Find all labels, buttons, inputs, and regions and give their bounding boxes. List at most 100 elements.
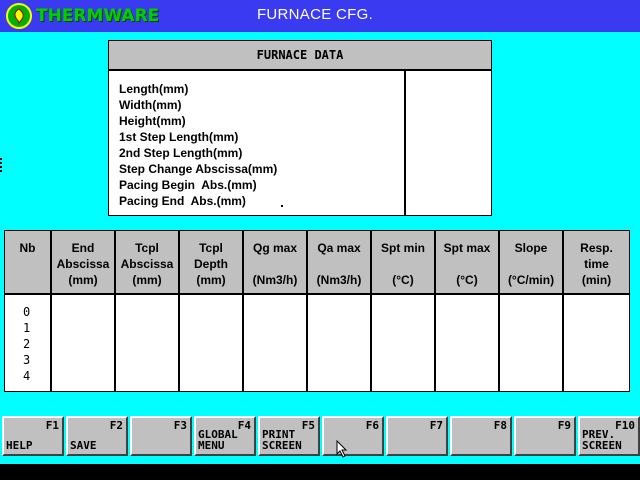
function-key-number: F6 [365,419,379,432]
function-key-f1[interactable]: F1 HELP [2,416,64,456]
function-key-number: F2 [109,419,123,432]
furnace-data-panel: FURNACE DATA Length(mm) Width(mm) Height(m… [108,40,492,216]
table-column: End Abscissa (mm) [52,231,116,391]
column-header-line: Nb [19,241,36,255]
furnace-field-label: 1st Step Length(mm) [119,130,239,144]
function-key-bar: F1 HELP F2 SAVE F3 F4 GLOBAL MENU F5 PRINT SCREE… [0,416,640,456]
table-column: Qg max (Nm3/h) [244,231,308,391]
column-header-line: Abscissa [120,257,174,271]
column-header-line: Abscissa [56,257,110,271]
column-header-line [372,256,434,272]
column-header-line [436,256,498,272]
furnace-field-label: Pacing Begin Abs.(mm) [119,178,257,192]
column-header-line [500,256,562,272]
column-header: Slope (°C/min) [500,231,562,293]
function-key-number: F5 [301,419,315,432]
furnace-field-label: Pacing End Abs.(mm) [119,194,246,208]
function-key-number: F7 [429,419,443,432]
function-key-f7[interactable]: F7 [386,416,448,456]
table-column: Slope (°C/min) [500,231,564,391]
furnace-field-label: Length(mm) [119,82,189,96]
column-header-line: time [584,257,609,271]
function-key-f3[interactable]: F3 [130,416,192,456]
column-header-line: (Nm3/h) [252,273,298,287]
table-column: Qa max (Nm3/h) [308,231,372,391]
furnace-field-label: Step Change Abscissa(mm) [119,162,278,176]
table-column: Tcpl Abscissa (mm) [116,231,180,391]
furnace-data-title: FURNACE DATA [109,41,491,71]
function-key-label: PREV. SCREEN [582,428,622,452]
logo-icon [6,3,32,29]
table-column: Spt min (°C) [372,231,436,391]
furnace-field-label: 2nd Step Length(mm) [119,146,243,160]
function-key-label: SAVE [70,439,97,452]
row-number: 1 [23,321,31,335]
function-key-label: HELP [6,439,33,452]
logo-text: THERMWARE [36,6,160,26]
column-header: Resp. time (min) [564,231,629,293]
table-column: Spt max (°C) [436,231,500,391]
row-number: 4 [23,369,31,383]
row-number: 2 [23,337,31,351]
column-header: Tcpl Depth (mm) [180,231,242,293]
column-header-line [244,256,306,272]
column-header-line: (Nm3/h) [316,273,362,287]
column-header: Tcpl Abscissa (mm) [116,231,178,293]
screen-title: FURNACE CFG. [256,6,374,23]
column-header-line: (mm) [196,273,226,287]
column-header-line: (mm) [132,273,162,287]
column-header: Qg max (Nm3/h) [244,231,306,293]
column-header: End Abscissa (mm) [52,231,114,293]
column-header-line: Depth [194,257,228,271]
column-header-line: Tcpl [135,241,159,255]
text-cursor [281,205,283,207]
column-header-line: Qg max [252,241,297,255]
function-key-f4[interactable]: F4 GLOBAL MENU [194,416,256,456]
row-number: 0 [23,305,31,319]
value-column-divider [404,71,406,215]
column-header-line: Slope [514,241,548,255]
function-key-f10[interactable]: F10 PREV. SCREEN [578,416,640,456]
furnace-field-label: Width(mm) [119,98,182,112]
thermware-logo: THERMWARE [6,2,159,30]
row-number: 3 [23,353,31,367]
function-key-f9[interactable]: F9 [514,416,576,456]
column-header-line: (°C/min) [507,273,555,287]
furnace-steps-table: Nb End Abscissa (mm) Tcpl Abscissa (mm) Tcpl Dep… [4,230,630,392]
function-key-f2[interactable]: F2 SAVE [66,416,128,456]
function-key-f5[interactable]: F5 PRINT SCREEN [258,416,320,456]
column-header-line: End [71,241,95,255]
status-strip [0,464,640,480]
column-header-line: Spt min [381,241,425,255]
column-header-line: (°C) [392,273,414,287]
column-header-line: (mm) [68,273,98,287]
function-key-f8[interactable]: F8 [450,416,512,456]
column-header-line: Qa max [317,241,361,255]
table-column: Tcpl Depth (mm) [180,231,244,391]
furnace-field-labels: Length(mm) Width(mm) Height(mm) 1st Step Le… [119,81,277,209]
column-header-line: (°C) [456,273,478,287]
table-column: Resp. time (min) [564,231,629,391]
column-header-line: Tcpl [199,241,223,255]
row-number-list: 0 1 2 3 4 [23,304,30,384]
function-key-label: GLOBAL MENU [198,428,238,452]
function-key-number: F8 [493,419,507,432]
furnace-field-label: Height(mm) [119,114,186,128]
function-key-label: PRINT SCREEN [262,428,302,452]
column-header: Spt min (°C) [372,231,434,293]
column-header-line: Resp. [580,241,613,255]
title-bar: THERMWARE FURNACE CFG. [0,0,640,32]
column-header: Spt max (°C) [436,231,498,293]
function-key-number: F9 [557,419,571,432]
edge-marker [0,158,2,172]
mouse-pointer-icon [336,439,348,463]
function-key-f6[interactable]: F6 [322,416,384,456]
function-key-number: F1 [45,419,59,432]
column-header: Qa max (Nm3/h) [308,231,370,293]
function-key-number: F4 [237,419,251,432]
column-header: Nb [5,231,50,293]
column-header-line [308,256,370,272]
function-key-number: F3 [173,419,187,432]
column-header-line: Spt max [443,241,491,255]
column-header-line: (min) [581,273,612,287]
